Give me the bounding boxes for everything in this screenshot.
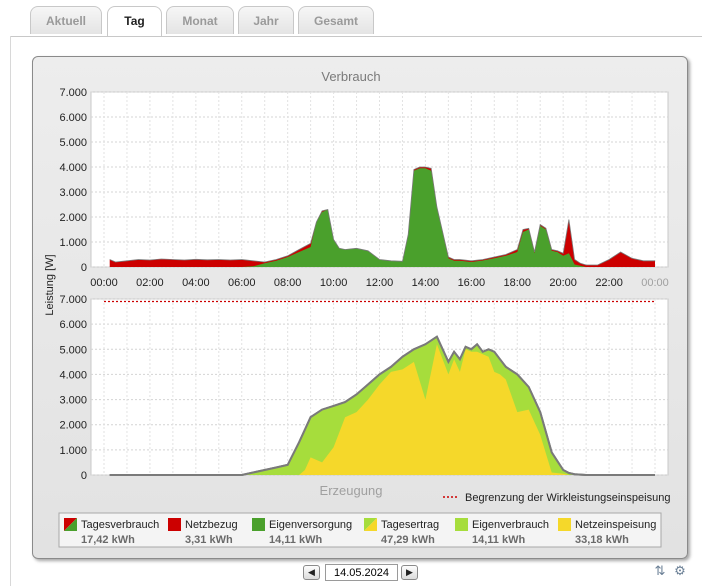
x-tick-label: 10:00: [320, 277, 348, 289]
chart-panel: 0 1.000 2.000 3.000 4.000 5.000 6.000 7.000 0 1.0…: [32, 56, 688, 559]
tab-label: Gesamt: [313, 14, 359, 28]
limit-line-legend-label: Begrenzung der Wirkleistungseinspeisung: [465, 492, 670, 504]
legend-value: 14,11 kWh: [472, 534, 525, 546]
x-tick-label: 16:00: [458, 277, 486, 289]
legend-value: 33,18 kWh: [575, 534, 629, 546]
y-tick-label: 3.000: [59, 187, 87, 199]
legend-label: Tagesverbrauch: [81, 519, 159, 531]
tab-label: Aktuell: [45, 14, 86, 28]
x-tick-label: 00:00: [641, 277, 669, 289]
tab-tag[interactable]: Tag: [107, 6, 162, 37]
y-tick-label: 2.000: [59, 212, 87, 224]
x-tick-label: 20:00: [549, 277, 577, 289]
tab-gesamt[interactable]: Gesamt: [298, 6, 374, 34]
tab-label: Jahr: [253, 14, 279, 28]
y-tick-label: 2.000: [59, 420, 87, 432]
tab-divider: [10, 36, 702, 37]
legend-value: 47,29 kWh: [381, 534, 435, 546]
legend-label: Eigenversorgung: [269, 519, 352, 531]
y-tick-label: 0: [81, 470, 87, 482]
legend-swatch: [455, 518, 468, 531]
x-tick-label: 02:00: [136, 277, 164, 289]
legend-value: 14,11 kWh: [269, 534, 322, 546]
y-tick-label: 6.000: [59, 112, 87, 124]
y-tick-label: 0: [81, 262, 87, 274]
tab-label: Tag: [124, 14, 145, 28]
tab-jahr[interactable]: Jahr: [238, 6, 294, 34]
y-tick-label: 5.000: [59, 137, 87, 149]
energy-chart: 0 1.000 2.000 3.000 4.000 5.000 6.000 7.000 0 1.0…: [44, 69, 670, 548]
top-chart-title: Verbrauch: [321, 69, 380, 84]
legend-value: 17,42 kWh: [81, 534, 135, 546]
bottom-chart-title: Erzeugung: [320, 483, 383, 498]
prev-day-button[interactable]: ◀: [303, 565, 320, 580]
x-tick-label: 22:00: [595, 277, 623, 289]
y-tick-label: 7.000: [59, 87, 87, 99]
y-tick-label: 5.000: [59, 344, 87, 356]
x-tick-label: 00:00: [90, 277, 118, 289]
y-tick-label: 7.000: [59, 294, 87, 306]
sort-icon[interactable]: ⇅: [652, 563, 668, 579]
legend-swatch: [558, 518, 571, 531]
x-tick-label: 08:00: [274, 277, 302, 289]
legend-swatch: [252, 518, 265, 531]
x-tick-label: 12:00: [366, 277, 394, 289]
arrow-left-icon: ◀: [308, 567, 315, 577]
tab-label: Monat: [182, 14, 218, 28]
legend-label: Eigenverbrauch: [472, 519, 549, 531]
y-tick-label: 6.000: [59, 319, 87, 331]
legend-swatch: [168, 518, 181, 531]
content-border: [10, 36, 11, 586]
y-axis-label: Leistung [W]: [44, 254, 56, 315]
x-tick-label: 06:00: [228, 277, 256, 289]
date-field[interactable]: 14.05.2024: [325, 564, 398, 581]
y-tick-label: 1.000: [59, 445, 87, 457]
legend-label: Netzbezug: [185, 519, 238, 531]
legend-label: Netzeinspeisung: [575, 519, 656, 531]
y-tick-label: 4.000: [59, 369, 87, 381]
legend-label: Tagesertrag: [381, 519, 439, 531]
x-tick-label: 18:00: [503, 277, 531, 289]
tab-aktuell[interactable]: Aktuell: [30, 6, 102, 34]
x-tick-label: 04:00: [182, 277, 210, 289]
y-tick-label: 3.000: [59, 395, 87, 407]
legend-value: 3,31 kWh: [185, 534, 233, 546]
y-tick-label: 1.000: [59, 237, 87, 249]
tab-monat[interactable]: Monat: [166, 6, 234, 34]
settings-icon[interactable]: ⚙: [672, 563, 688, 579]
next-day-button[interactable]: ▶: [401, 565, 418, 580]
y-tick-label: 4.000: [59, 162, 87, 174]
arrow-right-icon: ▶: [406, 567, 413, 577]
x-tick-label: 14:00: [412, 277, 440, 289]
